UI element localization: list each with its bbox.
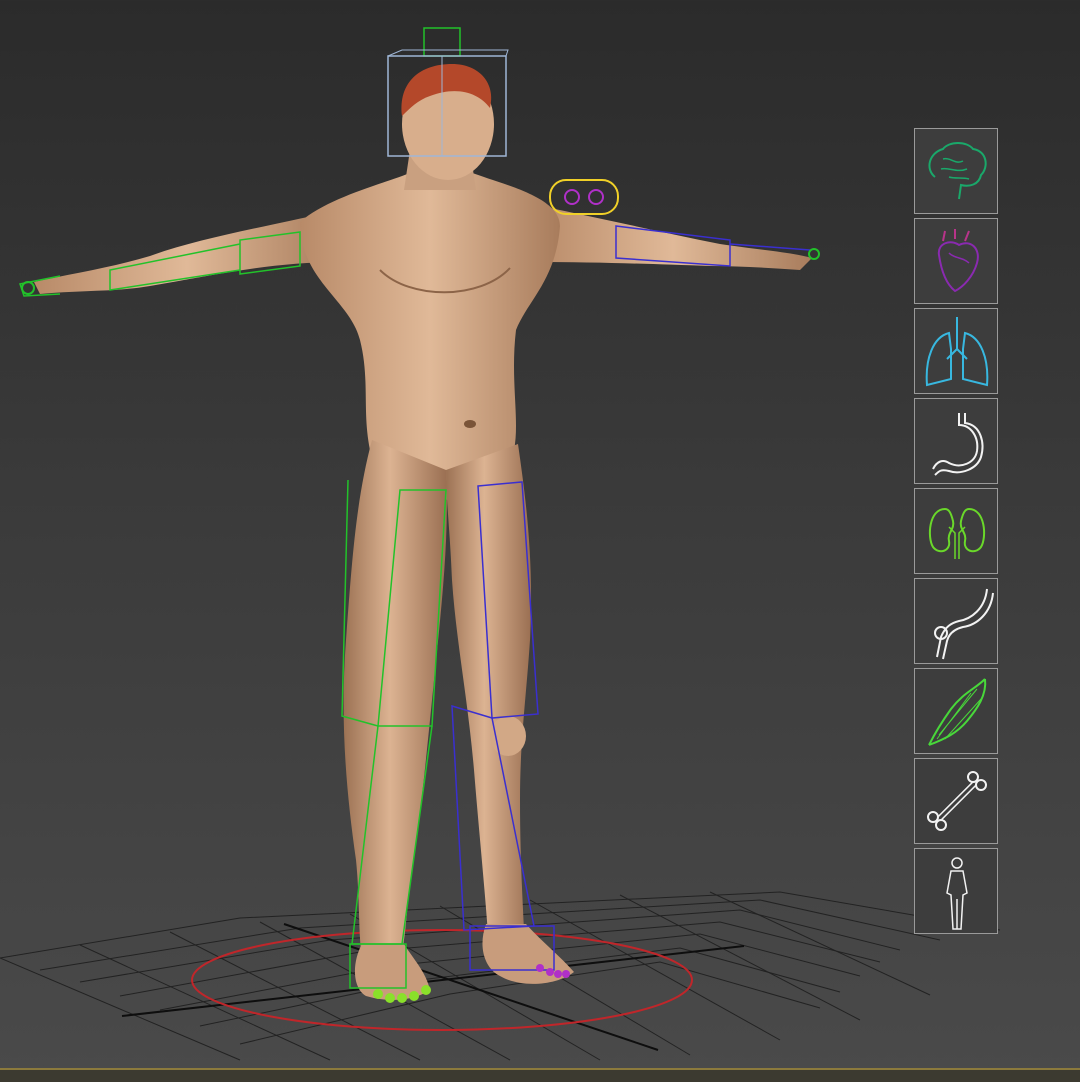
character-mesh[interactable] bbox=[34, 64, 812, 1000]
layer-skeletal-joints-button[interactable] bbox=[914, 578, 998, 664]
body-silhouette-icon bbox=[946, 857, 968, 930]
heart-icon bbox=[937, 229, 979, 293]
joint-icon bbox=[934, 588, 994, 660]
left-hand-ik[interactable] bbox=[21, 281, 35, 295]
stomach-icon bbox=[932, 413, 984, 476]
layer-cardiovascular-button[interactable] bbox=[914, 218, 998, 304]
grid-axis-x bbox=[121, 945, 745, 1017]
lungs-icon bbox=[925, 317, 989, 387]
brain-icon bbox=[928, 142, 987, 200]
bone-icon bbox=[927, 771, 987, 831]
layer-urinary-button[interactable] bbox=[914, 488, 998, 574]
navel bbox=[464, 420, 476, 428]
right-arm bbox=[534, 206, 812, 270]
layer-digestive-button[interactable] bbox=[914, 398, 998, 484]
kidneys-icon bbox=[928, 507, 986, 559]
left-arm bbox=[34, 212, 340, 294]
layer-muscular-button[interactable] bbox=[914, 668, 998, 754]
muscle-icon bbox=[928, 678, 987, 746]
torso bbox=[300, 172, 560, 500]
anatomy-layer-panel bbox=[914, 128, 1006, 934]
layer-skeletal-button[interactable] bbox=[914, 758, 998, 844]
right-hand-ik[interactable] bbox=[808, 248, 820, 260]
right-leg bbox=[446, 444, 532, 934]
rig-hand-marker[interactable] bbox=[549, 179, 619, 215]
layer-full-body-button[interactable] bbox=[914, 848, 998, 934]
layer-respiratory-button[interactable] bbox=[914, 308, 998, 394]
layer-nervous-system-button[interactable] bbox=[914, 128, 998, 214]
left-foot bbox=[354, 944, 430, 1000]
